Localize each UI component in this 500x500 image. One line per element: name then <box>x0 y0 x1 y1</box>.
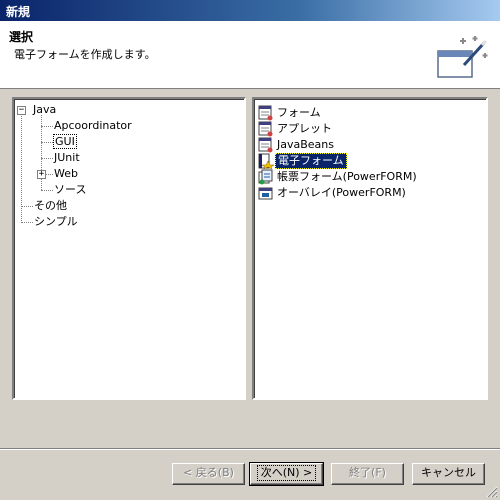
new-wizard-icon <box>437 36 488 78</box>
window-title: 新規 <box>6 5 31 19</box>
tree-connector <box>41 158 53 159</box>
tree-connector <box>21 222 33 223</box>
tree-item-java[interactable]: Java <box>33 102 56 118</box>
list-item-label: アプレット <box>277 122 332 135</box>
tree-item-apcoordinator[interactable]: Apcoordinator <box>54 118 132 134</box>
cancel-button-label: キャンセル <box>421 466 476 479</box>
back-button-label: < 戻る(B) <box>183 466 234 479</box>
wizard-list[interactable]: フォーム アプレット JavaBeans 電子フォーム 帳票フォーム(Power… <box>252 97 488 400</box>
report-form-icon <box>258 169 273 185</box>
next-button[interactable]: 次へ(N) > <box>249 462 324 486</box>
button-bar-divider <box>0 449 500 450</box>
tree-item-web[interactable]: Web <box>54 166 78 182</box>
tree-item-label: JUnit <box>54 151 80 164</box>
tree-connector <box>41 126 53 127</box>
tree-connector <box>21 206 33 207</box>
list-item-label: オーバレイ(PowerFORM) <box>277 186 406 199</box>
tree-item-label: その他 <box>34 199 67 212</box>
tree-item-label: Java <box>33 103 57 116</box>
list-item-label: 電子フォーム <box>275 153 347 169</box>
resize-grip-icon[interactable] <box>486 486 498 498</box>
form-icon <box>258 105 273 121</box>
tree-item-source[interactable]: ソース <box>54 182 86 198</box>
header-description: 電子フォームを作成します。 <box>14 48 156 61</box>
tree-item-label: Apcoordinator <box>54 119 132 132</box>
tree-item-label: Web <box>54 167 78 180</box>
electronic-form-icon <box>258 153 274 169</box>
collapse-icon[interactable]: − <box>17 106 26 115</box>
tree-item-simple[interactable]: シンプル <box>34 214 78 230</box>
javabeans-icon <box>258 137 273 153</box>
tree-item-other[interactable]: その他 <box>34 198 67 214</box>
window-title-bar[interactable]: 新規 <box>0 0 500 21</box>
next-button-label: 次へ(N) > <box>256 465 317 481</box>
tree-item-gui[interactable]: GUI <box>53 134 77 150</box>
tree-item-label: シンプル <box>34 215 78 228</box>
finish-button-label: 終了(F) <box>349 466 386 479</box>
cancel-button[interactable]: キャンセル <box>412 463 485 485</box>
expand-icon[interactable]: + <box>37 170 46 179</box>
overlay-icon <box>258 187 273 200</box>
list-item-label: JavaBeans <box>277 138 334 151</box>
tree-item-label: ソース <box>54 183 87 196</box>
tree-connector <box>45 174 53 175</box>
wizard-header: 選択 電子フォームを作成します。 <box>0 21 500 89</box>
header-title: 選択 <box>9 30 34 44</box>
tree-item-junit[interactable]: JUnit <box>54 150 80 166</box>
applet-icon <box>258 121 273 137</box>
finish-button[interactable]: 終了(F) <box>331 463 404 485</box>
list-item-label: フォーム <box>277 106 321 119</box>
back-button[interactable]: < 戻る(B) <box>172 463 245 485</box>
list-item-label: 帳票フォーム(PowerFORM) <box>277 170 417 183</box>
tree-connector <box>41 142 53 143</box>
category-tree[interactable]: − Java Apcoordinator GUI JUnit + Web ソース… <box>12 97 246 400</box>
tree-item-label: GUI <box>53 134 77 149</box>
tree-connector <box>41 190 53 191</box>
